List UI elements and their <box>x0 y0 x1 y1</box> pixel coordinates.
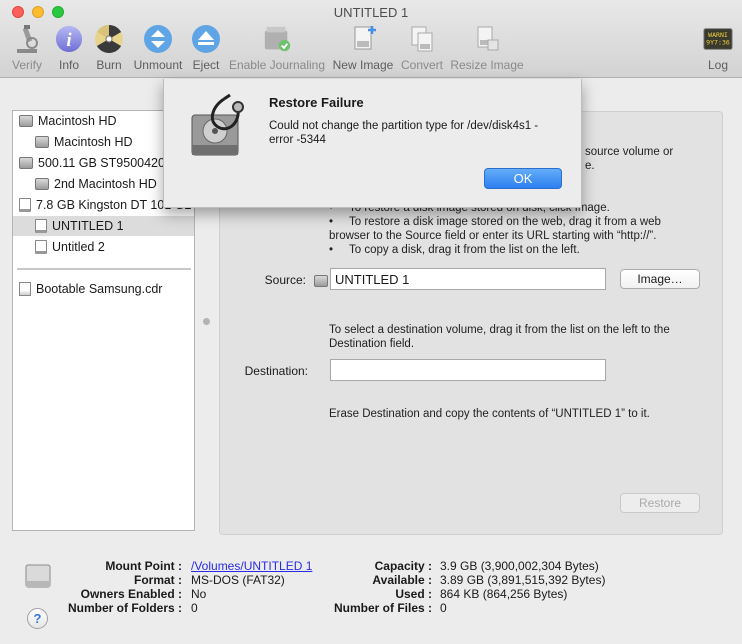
unmount-button[interactable]: Unmount <box>132 22 184 72</box>
log-console-icon: WARNI 9Y7:36 <box>703 24 733 54</box>
mount-point-link[interactable]: /Volumes/UNTITLED 1 <box>191 559 312 573</box>
sidebar-item-label: UNTITLED 1 <box>52 219 124 233</box>
bullet-item: • To copy a disk, drag it from the list … <box>329 244 580 256</box>
new-image-icon <box>348 24 378 54</box>
verify-button[interactable]: Verify <box>8 22 46 72</box>
disk-image-icon <box>19 282 31 296</box>
restore-button[interactable]: Restore <box>620 493 700 513</box>
owners-enabled-label: Owners Enabled : <box>80 587 182 601</box>
source-drive-icon <box>314 275 328 287</box>
capacity-label: Capacity : <box>374 559 432 573</box>
capacity-value: 3.9 GB (3,900,002,304 Bytes) <box>440 559 599 573</box>
alert-message: Could not change the partition type for … <box>269 120 539 146</box>
restore-failure-alert: Restore Failure Could not change the par… <box>163 79 582 208</box>
used-value: 864 KB (864,256 Bytes) <box>440 587 568 601</box>
sidebar-divider <box>17 268 191 270</box>
sidebar-item-bootable-samsung[interactable]: Bootable Samsung.cdr <box>13 279 194 299</box>
log-icon-text-line-2: 9Y7:36 <box>706 39 730 47</box>
used-label: Used : <box>395 587 432 601</box>
destination-field[interactable] <box>330 359 606 381</box>
microscope-icon <box>12 24 42 54</box>
number-of-files-label: Number of Files : <box>333 601 432 615</box>
format-value: MS-DOS (FAT32) <box>191 573 285 587</box>
eject-icon <box>191 24 221 54</box>
split-view-handle[interactable] <box>203 318 210 325</box>
destination-help-line-1: To select a destination volume, drag it … <box>329 324 670 336</box>
volume-info: Mount Point : /Volumes/UNTITLED 1 Format… <box>0 558 742 628</box>
sidebar-item-untitled-1[interactable]: UNTITLED 1 <box>13 216 194 236</box>
available-value: 3.89 GB (3,891,515,392 Bytes) <box>440 573 606 587</box>
number-of-files-value: 0 <box>440 601 447 615</box>
restore-help-line-2: e. <box>585 160 595 172</box>
burn-disc-icon <box>94 24 124 54</box>
sidebar-item-untitled-2[interactable]: Untitled 2 <box>13 237 194 257</box>
burn-button[interactable]: Burn <box>92 22 126 72</box>
sidebar-item-label: Macintosh HD <box>38 114 117 128</box>
convert-button[interactable]: Convert <box>399 22 445 72</box>
restore-help-line-1: source volume or <box>585 146 674 158</box>
bullet-item: • To restore a disk image stored on the … <box>329 216 661 228</box>
title-bar: UNTITLED 1 Verify i Info Burn Unmount Ej… <box>0 0 742 78</box>
erase-destination-text: Erase Destination and copy the contents … <box>329 408 650 420</box>
unmount-icon <box>143 24 173 54</box>
destination-help-line-2: Destination field. <box>329 338 415 350</box>
info-button[interactable]: i Info <box>52 22 86 72</box>
new-image-button[interactable]: New Image <box>332 22 394 72</box>
convert-icon <box>407 24 437 54</box>
eject-button[interactable]: Eject <box>189 22 223 72</box>
source-label: Source: <box>264 273 306 287</box>
sidebar-item-label: 2nd Macintosh HD <box>54 177 157 191</box>
hard-drive-icon <box>19 115 33 127</box>
number-of-folders-value: 0 <box>191 601 198 615</box>
usb-drive-icon <box>35 219 47 233</box>
sidebar-item-label: Untitled 2 <box>52 240 105 254</box>
bullet-item-continuation: browser to the Source field or enter its… <box>329 230 657 242</box>
log-button[interactable]: WARNI 9Y7:36 Log <box>700 22 736 72</box>
enable-journaling-button[interactable]: Enable Journaling <box>228 22 326 72</box>
number-of-folders-label: Number of Folders : <box>67 601 182 615</box>
svg-text:i: i <box>66 30 72 51</box>
journaling-drive-icon <box>262 24 292 54</box>
source-field[interactable]: UNTITLED 1 <box>330 268 606 290</box>
resize-image-icon <box>472 24 502 54</box>
format-label: Format : <box>134 573 182 587</box>
owners-enabled-value: No <box>191 587 207 601</box>
usb-drive-icon <box>19 198 31 212</box>
disk-utility-stethoscope-icon <box>186 93 252 159</box>
destination-label: Destination: <box>244 364 308 378</box>
resize-image-button[interactable]: Resize Image <box>450 22 524 72</box>
available-label: Available : <box>372 573 432 587</box>
usb-drive-icon <box>35 240 47 254</box>
hard-drive-icon <box>35 178 49 190</box>
alert-title: Restore Failure <box>269 95 364 110</box>
info-icon: i <box>54 24 84 54</box>
disk-utility-window: UNTITLED 1 Verify i Info Burn Unmount Ej… <box>0 0 742 644</box>
hard-drive-icon <box>35 136 49 148</box>
image-button[interactable]: Image… <box>620 269 700 289</box>
sidebar-item-label: Macintosh HD <box>54 135 133 149</box>
mount-point-label: Mount Point : <box>105 559 182 573</box>
ok-button[interactable]: OK <box>484 168 562 189</box>
toolbar: Verify i Info Burn Unmount Eject Enable … <box>0 22 742 76</box>
sidebar-item-label: Bootable Samsung.cdr <box>36 282 163 296</box>
window-title: UNTITLED 1 <box>333 5 409 20</box>
hard-drive-icon <box>19 157 33 169</box>
sidebar-item-label: 500.11 GB ST9500420AS <box>38 156 182 170</box>
